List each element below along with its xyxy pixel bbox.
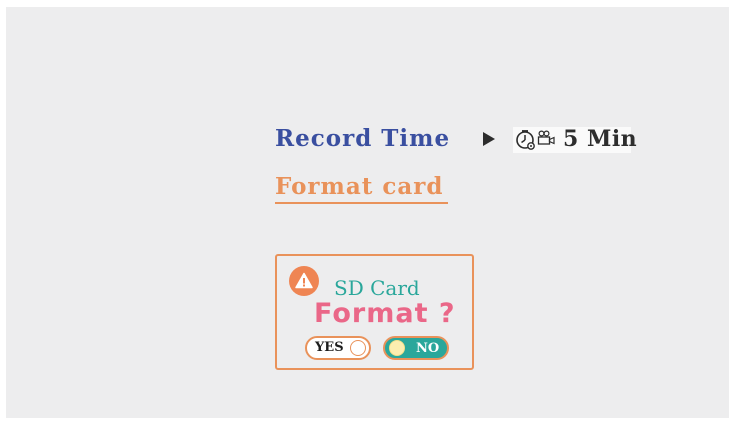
format-confirm-dialog: SD Card Format ? YES NO xyxy=(275,254,474,370)
video-camera-icon xyxy=(537,130,555,145)
no-label: NO xyxy=(416,341,440,356)
yes-toggle-knob xyxy=(350,340,366,356)
record-time-value: 5 Min xyxy=(563,126,638,152)
yes-toggle-button[interactable]: YES xyxy=(305,336,371,360)
warning-icon xyxy=(289,266,319,296)
dialog-question: Format ? xyxy=(314,298,456,329)
record-time-value-box[interactable]: 5 Min xyxy=(513,126,637,153)
screen: Record Time 5 Min Format card SD Card Fo… xyxy=(6,7,729,418)
record-time-label: Record Time xyxy=(275,125,451,152)
timer-gear-icon xyxy=(516,130,535,150)
play-arrow-icon xyxy=(483,132,495,146)
yes-label: YES xyxy=(315,340,344,355)
format-card-label: Format card xyxy=(275,173,448,204)
no-toggle-knob xyxy=(389,340,405,356)
dialog-title: SD Card xyxy=(334,276,420,300)
no-toggle-button[interactable]: NO xyxy=(383,336,449,360)
